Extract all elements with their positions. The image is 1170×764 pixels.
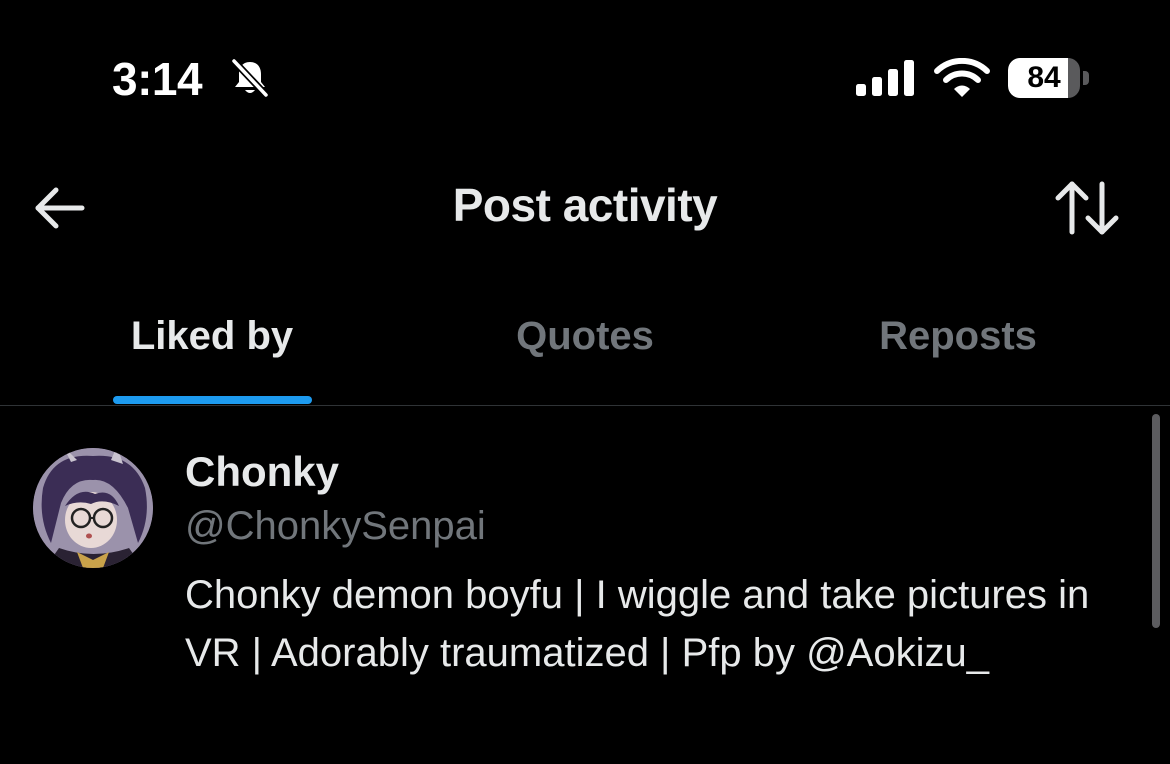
battery-icon: 84 [1008,58,1080,98]
status-time: 3:14 [112,53,203,105]
tab-quotes[interactable]: Quotes [455,314,715,404]
avatar[interactable] [33,448,153,568]
scrollbar[interactable] [1152,414,1160,628]
sort-arrows-icon [1055,181,1119,235]
user-handle: @ChonkySenpai [185,504,486,548]
activity-tabs: Liked by Quotes Reposts [0,290,1170,406]
user-display-name[interactable]: Chonky [185,448,339,496]
cellular-signal-icon [856,60,914,96]
battery-percent: 84 [1027,61,1061,94]
tab-liked-by[interactable]: Liked by [80,314,344,404]
status-bar: 3:14 84 [0,0,1170,150]
page-title: Post activity [452,179,718,231]
bell-slash-icon [230,57,270,99]
active-tab-indicator [113,396,312,404]
list-item[interactable]: Chonky @ChonkySenpai Chonky demon boyfu … [0,406,1170,764]
user-bio: Chonky demon boyfu | I wiggle and take p… [185,573,1090,675]
battery-indicator: 84 [1008,58,1090,98]
wifi-icon [934,58,990,97]
tab-reposts[interactable]: Reposts [826,314,1090,404]
sort-button[interactable] [1050,176,1124,240]
battery-cap [1083,71,1089,85]
